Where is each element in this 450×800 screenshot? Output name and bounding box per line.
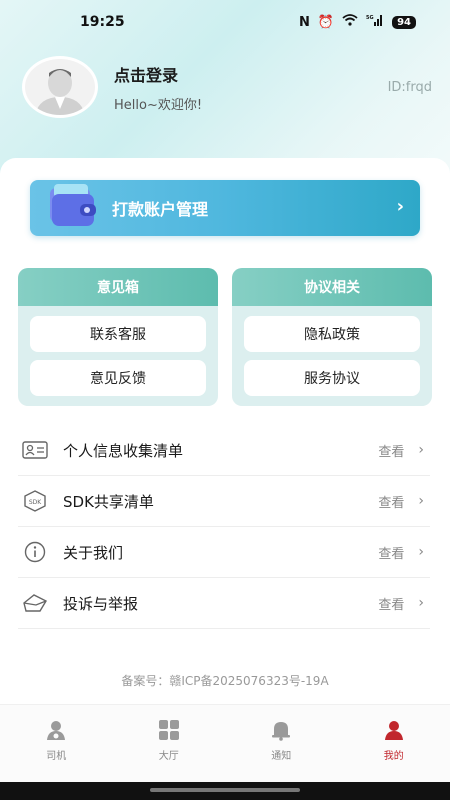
- tab-label: 大厅: [158, 751, 179, 762]
- login-link[interactable]: 点击登录: [114, 62, 432, 86]
- chevron-right-icon: ›: [418, 493, 424, 509]
- icp-record[interactable]: 备案号：赣ICP备2025076323号-19A: [0, 672, 450, 689]
- feedback-panel-title: 意见箱: [18, 268, 218, 306]
- privacy-policy-button[interactable]: 隐私政策: [244, 316, 420, 352]
- avatar[interactable]: [22, 56, 98, 118]
- sdk-box-icon: SDK: [20, 489, 50, 513]
- svg-text:SDK: SDK: [29, 499, 42, 506]
- feedback-panel: 意见箱 联系客服 意见反馈: [18, 268, 218, 406]
- menu-item-label: 关于我们: [63, 543, 124, 562]
- tab-notifications[interactable]: 通知: [241, 719, 321, 782]
- view-link[interactable]: 查看: [378, 441, 404, 460]
- profile-text: 点击登录 Hello~欢迎你!: [114, 62, 432, 113]
- contact-support-button[interactable]: 联系客服: [30, 316, 206, 352]
- info-icon: [20, 540, 50, 564]
- hall-grid-icon: [158, 720, 179, 740]
- menu-item-label: 投诉与举报: [63, 594, 139, 613]
- bell-icon: [272, 722, 291, 741]
- chevron-right-icon: ›: [418, 595, 424, 611]
- battery-indicator: 94: [392, 15, 416, 29]
- menu-item-personal-info[interactable]: 个人信息收集清单 查看 ›: [18, 425, 430, 476]
- signal-icon: 5G: [366, 14, 384, 30]
- bottom-tab-bar: 司机 大厅 通知 我的: [0, 704, 450, 782]
- tab-driver[interactable]: 司机: [16, 719, 96, 782]
- envelope-icon: [20, 591, 50, 615]
- chevron-right-icon: ›: [418, 544, 424, 560]
- menu-item-sdk[interactable]: SDK SDK共享清单 查看 ›: [18, 476, 430, 527]
- status-icons: N ⏰ 5G 94: [299, 14, 416, 30]
- menu-item-complaint[interactable]: 投诉与举报 查看 ›: [18, 578, 430, 629]
- nfc-icon: N: [299, 14, 310, 30]
- home-indicator[interactable]: [150, 788, 300, 792]
- profile-header[interactable]: 点击登录 Hello~欢迎你! ID:frqd: [22, 56, 432, 118]
- view-link[interactable]: 查看: [378, 594, 404, 613]
- alarm-icon: ⏰: [317, 14, 335, 30]
- id-card-icon: [20, 438, 50, 462]
- user-id: ID:frqd: [387, 80, 432, 95]
- service-agreement-button[interactable]: 服务协议: [244, 360, 420, 396]
- view-link[interactable]: 查看: [378, 492, 404, 511]
- driver-icon: [47, 721, 66, 740]
- tab-label: 我的: [383, 751, 404, 762]
- chevron-right-icon: ›: [418, 442, 424, 458]
- wallet-icon: [50, 184, 96, 226]
- agreement-panel-title: 协议相关: [232, 268, 432, 306]
- status-bar: 19:25 N ⏰ 5G 94: [0, 0, 450, 44]
- menu-item-about[interactable]: 关于我们 查看 ›: [18, 527, 430, 578]
- view-link[interactable]: 查看: [378, 543, 404, 562]
- payment-account-label: 打款账户管理: [112, 200, 209, 219]
- tab-hall[interactable]: 大厅: [129, 719, 209, 782]
- svg-text:5G: 5G: [366, 15, 374, 21]
- payment-account-button[interactable]: 打款账户管理 ›: [30, 180, 420, 236]
- wifi-icon: [342, 14, 358, 30]
- default-avatar-icon: [35, 69, 85, 115]
- menu-item-label: 个人信息收集清单: [63, 441, 184, 460]
- greeting-text: Hello~欢迎你!: [114, 97, 203, 113]
- status-time: 19:25: [80, 14, 125, 30]
- person-icon: [384, 721, 403, 740]
- agreement-panel: 协议相关 隐私政策 服务协议: [232, 268, 432, 406]
- feedback-button[interactable]: 意见反馈: [30, 360, 206, 396]
- tab-mine[interactable]: 我的: [354, 719, 434, 782]
- tab-label: 通知: [271, 751, 292, 762]
- settings-menu: 个人信息收集清单 查看 › SDK SDK共享清单 查看 › 关于我们 查看 ›…: [18, 425, 430, 629]
- menu-item-label: SDK共享清单: [63, 492, 154, 511]
- tab-label: 司机: [46, 751, 67, 762]
- chevron-right-icon: ›: [396, 196, 404, 217]
